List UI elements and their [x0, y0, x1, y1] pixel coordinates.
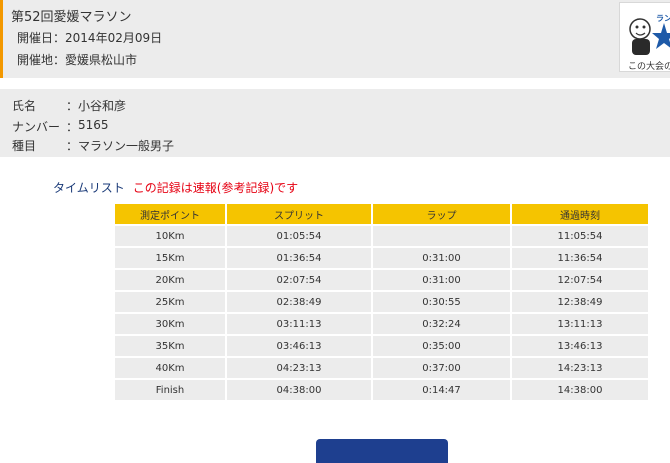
passing-time-cell: 11:36:54 — [512, 248, 648, 268]
header-split: スプリット — [227, 204, 371, 224]
runner-category-value: マラソン一般男子 — [78, 139, 175, 153]
split-cell: 03:46:13 — [227, 336, 371, 356]
event-date-value: 2014年02月09日 — [65, 31, 163, 45]
split-cell: 01:36:54 — [227, 248, 371, 268]
checkpoint-cell: 30Km — [115, 314, 225, 334]
table-row: 25Km 02:38:49 0:30:55 12:38:49 — [115, 292, 648, 312]
table-row: 30Km 03:11:13 0:32:24 13:11:13 — [115, 314, 648, 334]
passing-time-cell: 14:23:13 — [512, 358, 648, 378]
lap-cell: 0:35:00 — [373, 336, 510, 356]
passing-time-cell: 12:07:54 — [512, 270, 648, 290]
timelist-heading: タイムリスト この記録は速報(参考記録)です — [53, 179, 298, 196]
split-cell: 02:38:49 — [227, 292, 371, 312]
event-info-panel: 第52回愛媛マラソン 開催日：2014年02月09日 開催地：愛媛県松山市 — [0, 0, 670, 78]
event-date-label: 開催日 — [17, 31, 54, 45]
table-row: 10Km 01:05:54 11:05:54 — [115, 226, 648, 246]
table-row: 15Km 01:36:54 0:31:00 11:36:54 — [115, 248, 648, 268]
lap-cell: 0:31:00 — [373, 270, 510, 290]
checkpoint-cell: 20Km — [115, 270, 225, 290]
checkpoint-cell: 25Km — [115, 292, 225, 312]
runner-category-label: 種目 — [12, 139, 37, 153]
event-place: 開催地：愛媛県松山市 — [17, 51, 137, 68]
passing-time-cell: 13:46:13 — [512, 336, 648, 356]
timelist-label: タイムリスト — [53, 181, 125, 195]
passing-time-cell: 13:11:13 — [512, 314, 648, 334]
badge-caption: この大会の — [628, 62, 670, 72]
event-ranking-badge[interactable]: ラン この大会の — [619, 2, 670, 72]
table-row: Finish 04:38:00 0:14:47 14:38:00 — [115, 380, 648, 400]
bottom-action-button[interactable] — [316, 439, 448, 463]
mascot-icon — [629, 18, 670, 55]
runner-number-separator: ： — [66, 120, 79, 134]
runner-category-separator: ： — [66, 139, 79, 153]
checkpoint-cell: 35Km — [115, 336, 225, 356]
lap-cell: 0:32:24 — [373, 314, 510, 334]
table-row: 20Km 02:07:54 0:31:00 12:07:54 — [115, 270, 648, 290]
checkpoint-cell: 40Km — [115, 358, 225, 378]
runner-info-panel: 氏名 ： 小谷和彦 ナンバー ： 5165 種目 ： マラソン一般男子 — [0, 89, 670, 157]
event-date-separator: ： — [53, 31, 66, 45]
header-lap: ラップ — [373, 204, 510, 224]
event-place-label: 開催地 — [17, 53, 54, 67]
header-passing-time: 通過時刻 — [512, 204, 648, 224]
runner-number-label: ナンバー — [12, 120, 61, 134]
passing-time-cell: 11:05:54 — [512, 226, 648, 246]
lap-cell — [373, 226, 510, 246]
split-cell: 02:07:54 — [227, 270, 371, 290]
runner-name-value: 小谷和彦 — [78, 99, 127, 113]
runner-name-label: 氏名 — [12, 99, 37, 113]
table-row: 35Km 03:46:13 0:35:00 13:46:13 — [115, 336, 648, 356]
runner-number-value: 5165 — [78, 118, 109, 132]
lap-cell: 0:30:55 — [373, 292, 510, 312]
runner-name-separator: ： — [66, 99, 79, 113]
split-cell: 04:23:13 — [227, 358, 371, 378]
checkpoint-cell: 10Km — [115, 226, 225, 246]
table-header-row: 測定ポイント スプリット ラップ 通過時刻 — [115, 204, 648, 224]
checkpoint-cell: 15Km — [115, 248, 225, 268]
event-place-value: 愛媛県松山市 — [65, 53, 138, 67]
lap-cell: 0:37:00 — [373, 358, 510, 378]
event-date: 開催日：2014年02月09日 — [17, 29, 162, 46]
lap-cell: 0:14:47 — [373, 380, 510, 400]
split-cell: 04:38:00 — [227, 380, 371, 400]
event-title: 第52回愛媛マラソン — [11, 10, 132, 25]
header-checkpoint: 測定ポイント — [115, 204, 225, 224]
split-times-table: 測定ポイント スプリット ラップ 通過時刻 10Km 01:05:54 11:0… — [113, 202, 650, 402]
lap-cell: 0:31:00 — [373, 248, 510, 268]
table-row: 40Km 04:23:13 0:37:00 14:23:13 — [115, 358, 648, 378]
split-cell: 03:11:13 — [227, 314, 371, 334]
passing-time-cell: 12:38:49 — [512, 292, 648, 312]
timelist-note: この記録は速報(参考記録)です — [132, 181, 299, 195]
checkpoint-cell: Finish — [115, 380, 225, 400]
event-place-separator: ： — [53, 53, 66, 67]
split-cell: 01:05:54 — [227, 226, 371, 246]
passing-time-cell: 14:38:00 — [512, 380, 648, 400]
